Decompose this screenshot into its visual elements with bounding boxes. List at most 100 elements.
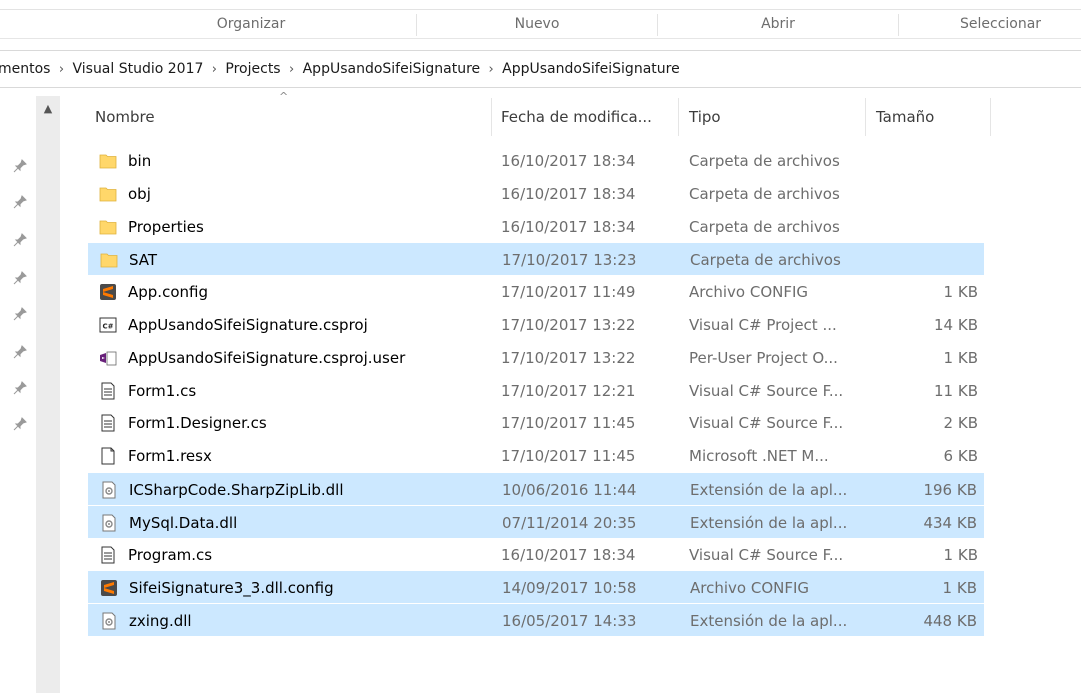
file-size: 448 KB — [923, 612, 977, 631]
address-bar[interactable]: mentos › Visual Studio 2017 › Projects › AppUs… — [0, 50, 1081, 88]
file-date: 17/10/2017 12:21 — [501, 381, 636, 400]
file-name: obj — [128, 184, 151, 203]
file-type: Carpeta de archivos — [689, 217, 840, 236]
folder-icon — [99, 152, 117, 170]
column-header-type[interactable]: Tipo — [689, 98, 721, 136]
file-name: AppUsandoSifeiSignature.csproj — [128, 316, 368, 334]
pin-icon[interactable] — [12, 158, 28, 174]
column-header-date[interactable]: Fecha de modifica... — [501, 98, 652, 136]
file-type: Visual C# Source F... — [689, 381, 844, 400]
breadcrumb-item[interactable]: AppUsandoSifeiSignature — [303, 51, 481, 87]
pin-icon[interactable] — [12, 270, 28, 286]
file-row[interactable]: AppUsandoSifeiSignature.csproj.user 17/10… — [88, 342, 984, 374]
file-date: 16/10/2017 18:34 — [501, 184, 636, 203]
file-type: Extensión de la apl... — [690, 612, 848, 631]
breadcrumb: mentos › Visual Studio 2017 › Projects › AppUs… — [0, 51, 680, 87]
breadcrumb-item[interactable]: Projects — [225, 51, 280, 87]
file-name: SAT — [129, 251, 158, 270]
file-date: 16/10/2017 18:34 — [501, 217, 636, 236]
file-date: 16/05/2017 14:33 — [502, 612, 637, 631]
file-type: Microsoft .NET M... — [689, 447, 829, 466]
file-date: 17/10/2017 13:23 — [502, 251, 637, 270]
chevron-right-icon[interactable]: › — [281, 52, 303, 88]
file-name: MySql.Data.dll — [129, 513, 238, 532]
file-row[interactable]: bin 16/10/2017 18:34 Carpeta de archivos — [88, 145, 984, 177]
chevron-right-icon[interactable]: › — [50, 52, 72, 88]
file-row[interactable]: SAT 17/10/2017 13:23 Carpeta de archivos — [88, 243, 984, 276]
file-row[interactable]: obj 16/10/2017 18:34 Carpeta de archivos — [88, 178, 984, 210]
file-size: 434 KB — [923, 513, 977, 532]
file-name: Form1.Designer.cs — [128, 414, 267, 433]
dll-file-icon — [100, 612, 118, 630]
file-row[interactable]: MySql.Data.dll 07/11/2014 20:35 Extensión … — [88, 505, 984, 538]
file-date: 17/10/2017 13:22 — [501, 348, 636, 367]
ribbon-group-abrir[interactable]: Abrir — [658, 10, 898, 38]
file-row[interactable]: Form1.resx 17/10/2017 11:45 Microsoft .NET… — [88, 440, 984, 472]
file-type: Visual C# Project ... — [689, 316, 837, 334]
sublime-config-icon — [99, 283, 117, 301]
column-divider[interactable] — [678, 98, 679, 136]
folder-icon — [100, 251, 118, 269]
file-row[interactable]: ICSharpCode.SharpZipLib.dll 10/06/2016 11… — [88, 473, 984, 505]
file-type: Carpeta de archivos — [690, 251, 841, 270]
file-date: 16/10/2017 18:34 — [501, 545, 636, 564]
ribbon-group-seleccionar[interactable]: Seleccionar — [960, 10, 1081, 38]
column-header-name[interactable]: Nombre — [95, 98, 155, 136]
file-row[interactable]: Properties 16/10/2017 18:34 Carpeta de arc… — [88, 211, 984, 243]
blank-file-icon — [99, 447, 117, 465]
svg-text:C#: C# — [102, 323, 113, 331]
file-row[interactable]: Form1.Designer.cs 17/10/2017 11:45 Visual … — [88, 407, 984, 439]
pin-icon[interactable] — [12, 194, 28, 210]
breadcrumb-item[interactable]: Visual Studio 2017 — [72, 51, 203, 87]
file-row[interactable]: App.config 17/10/2017 11:49 Archivo CONFIG… — [88, 276, 984, 308]
pin-icon[interactable] — [12, 232, 28, 248]
file-date: 14/09/2017 10:58 — [502, 579, 637, 598]
file-date: 17/10/2017 11:45 — [501, 414, 636, 433]
pin-icon[interactable] — [12, 306, 28, 322]
ribbon-bottom-divider — [0, 38, 1081, 39]
sort-ascending-icon: ^ — [279, 90, 289, 103]
file-row[interactable]: zxing.dll 16/05/2017 14:33 Extensión de la… — [88, 604, 984, 637]
file-size: 6 KB — [943, 447, 978, 466]
text-file-icon — [99, 546, 117, 564]
ribbon-group-nuevo[interactable]: Nuevo — [417, 10, 657, 38]
file-date: 17/10/2017 13:22 — [501, 316, 636, 334]
pin-icon[interactable] — [12, 380, 28, 396]
column-divider[interactable] — [865, 98, 866, 136]
file-row[interactable]: C# AppUsandoSifeiSignature.csproj 17/10/20… — [88, 309, 984, 341]
sublime-config-icon — [100, 579, 118, 597]
file-row[interactable]: Form1.cs 17/10/2017 12:21 Visual C# Source… — [88, 375, 984, 407]
breadcrumb-item[interactable]: mentos — [0, 51, 50, 87]
file-row[interactable]: SifeiSignature3_3.dll.config 14/09/2017 1… — [88, 571, 984, 604]
file-name: Form1.resx — [128, 447, 212, 466]
column-divider[interactable] — [990, 98, 991, 136]
file-name: Form1.cs — [128, 381, 197, 400]
file-size: 2 KB — [943, 414, 978, 433]
file-size: 196 KB — [923, 481, 977, 499]
file-size: 1 KB — [943, 283, 978, 302]
file-size: 1 KB — [943, 348, 978, 367]
pin-icon[interactable] — [12, 416, 28, 432]
ribbon-separator — [898, 14, 899, 36]
visual-studio-user-icon — [99, 349, 117, 367]
chevron-right-icon[interactable]: › — [203, 52, 225, 88]
chevron-right-icon[interactable]: › — [480, 52, 502, 88]
dll-file-icon — [100, 514, 118, 532]
column-divider[interactable] — [491, 98, 492, 136]
breadcrumb-item[interactable]: AppUsandoSifeiSignature — [502, 51, 680, 87]
folder-icon — [99, 218, 117, 236]
file-size: 14 KB — [934, 316, 978, 334]
file-type: Archivo CONFIG — [690, 579, 810, 598]
file-date: 10/06/2016 11:44 — [502, 481, 637, 499]
column-header-size[interactable]: Tamaño — [876, 98, 934, 136]
file-row[interactable]: Program.cs 16/10/2017 18:34 Visual C# Sour… — [88, 539, 984, 571]
file-type: Visual C# Source F... — [689, 545, 844, 564]
pin-icon[interactable] — [12, 344, 28, 360]
ribbon-group-organizar[interactable]: Organizar — [86, 10, 416, 38]
nav-scrollbar[interactable]: ▲ — [36, 96, 60, 693]
folder-icon — [99, 185, 117, 203]
chevron-up-icon[interactable]: ▲ — [36, 96, 60, 122]
file-date: 17/10/2017 11:49 — [501, 283, 636, 302]
file-name: zxing.dll — [129, 612, 192, 631]
file-type: Carpeta de archivos — [689, 184, 840, 203]
